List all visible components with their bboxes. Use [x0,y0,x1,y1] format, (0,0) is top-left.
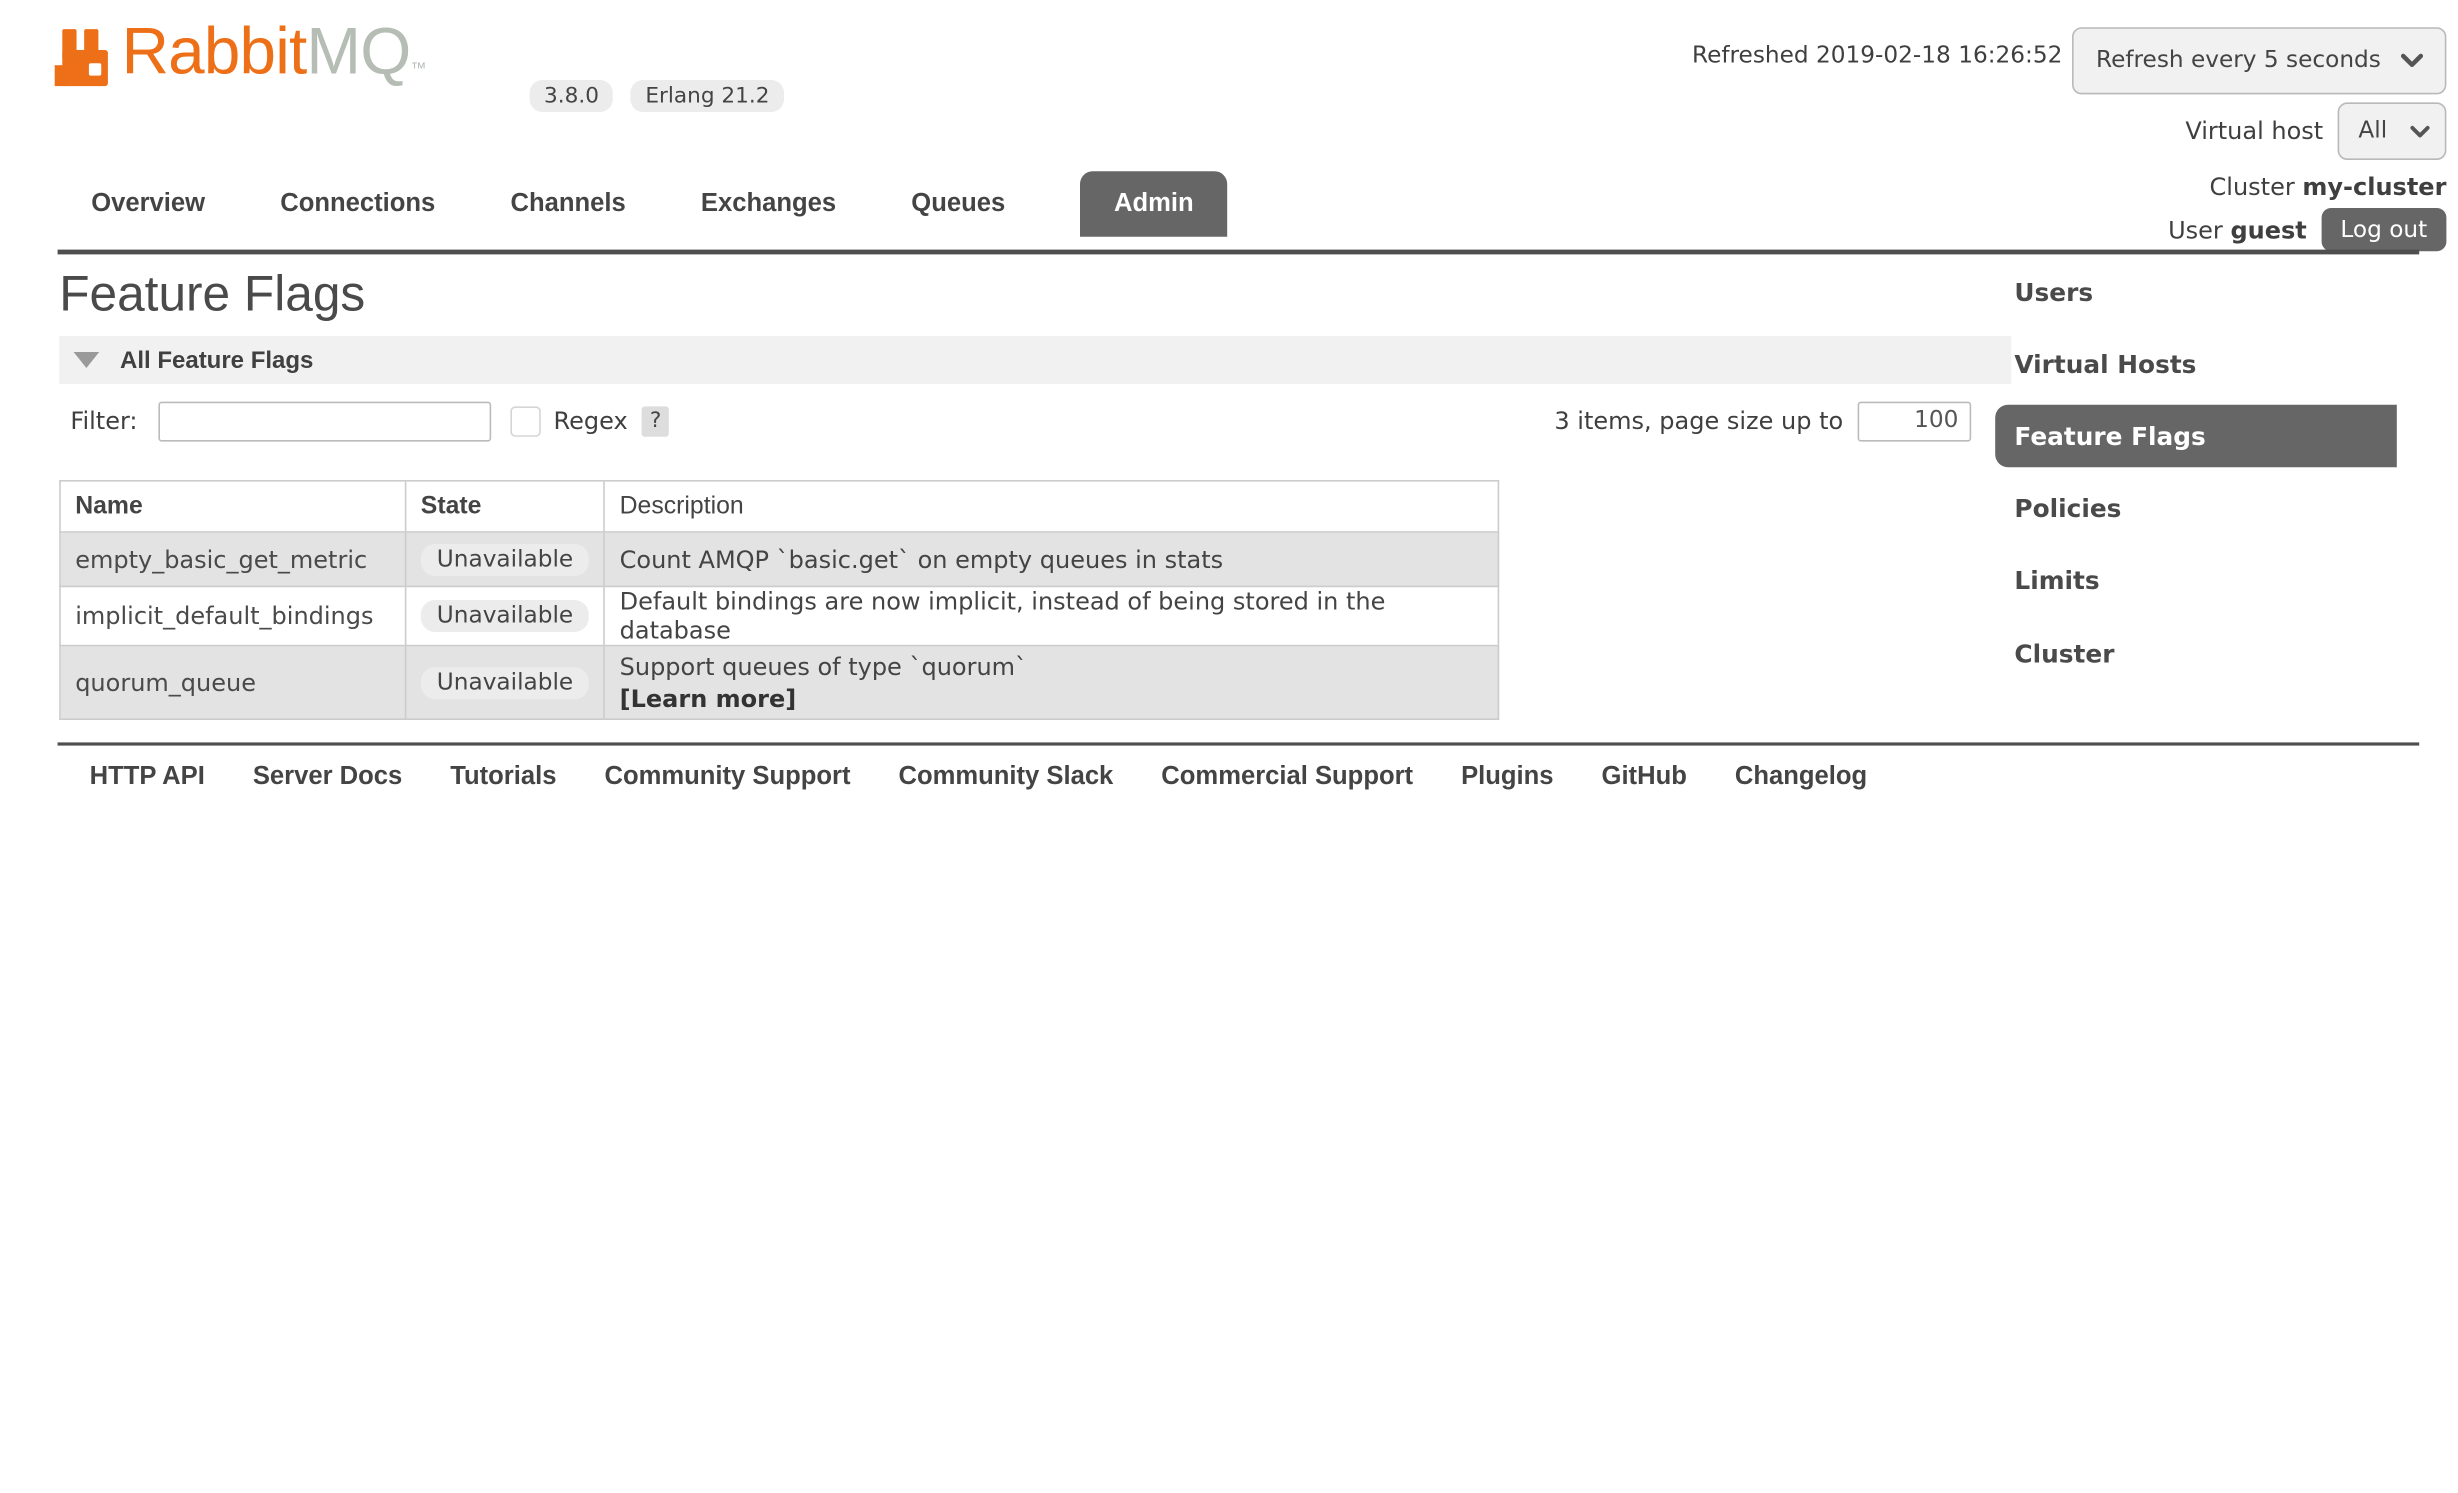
logout-button[interactable]: Log out [2321,208,2446,251]
tab-connections[interactable]: Connections [280,190,435,219]
user-info: User guest Log out [2168,208,2446,251]
footer-link-plugins[interactable]: Plugins [1461,763,1553,792]
table-row: quorum_queue Unavailable Support queues … [60,646,1498,720]
feature-flags-table: Name State Description empty_basic_get_m… [59,480,1499,720]
footer-link-commercial-support[interactable]: Commercial Support [1161,763,1413,792]
flag-description: Support queues of type `quorum` [620,652,1484,681]
page-size-input[interactable] [1858,401,1972,441]
cluster-name: my-cluster [2302,173,2446,202]
flag-description-cell: Support queues of type `quorum` [Learn m… [604,646,1498,720]
column-header-description: Description [604,481,1498,532]
sidebar-item-limits[interactable]: Limits [2014,566,2099,595]
sidebar-item-policies[interactable]: Policies [2014,494,2121,523]
rabbitmq-logo-icon [53,24,114,91]
table-header-row: Name State Description [60,481,1498,532]
table-row: empty_basic_get_metric Unavailable Count… [60,532,1498,586]
sidebar-item-cluster[interactable]: Cluster [2014,640,2114,669]
virtual-host-select[interactable]: All [2338,102,2447,160]
main-tabs: Overview Connections Channels Exchanges … [91,171,1227,237]
status-badge: Unavailable [421,600,589,632]
status-badge: Unavailable [421,543,589,575]
sidebar-item-feature-flags[interactable]: Feature Flags [1995,405,2397,467]
pagination-row: 3 items, page size up to [1554,398,1971,443]
learn-more-link[interactable]: [Learn more] [620,684,1484,713]
flag-name: quorum_queue [60,646,406,720]
virtual-host-row: Virtual host All [2185,102,2446,160]
footer-link-changelog[interactable]: Changelog [1735,763,1867,792]
filter-label: Filter: [70,406,137,435]
version-badge: 3.8.0 [530,80,614,112]
all-feature-flags-section-header[interactable]: All Feature Flags [59,336,2011,384]
footer-link-github[interactable]: GitHub [1602,763,1687,792]
items-summary: 3 items, page size up to [1554,406,1843,435]
status-badge: Unavailable [421,666,589,698]
flag-state-cell: Unavailable [406,586,605,645]
footer-link-server-docs[interactable]: Server Docs [253,763,402,792]
wordmark-mq: MQ [306,14,410,88]
regex-checkbox[interactable] [510,406,540,436]
cluster-label: Cluster [2210,173,2295,202]
sidebar-item-label: Feature Flags [2014,422,2205,451]
tab-overview[interactable]: Overview [91,190,205,219]
user-line: User guest [2168,215,2307,244]
flag-description: Count AMQP `basic.get` on empty queues i… [604,532,1498,586]
tab-channels[interactable]: Channels [510,190,625,219]
erlang-badge: Erlang 21.2 [631,80,784,112]
column-header-name: Name [60,481,406,532]
cluster-info: Cluster my-cluster [2210,173,2447,202]
refresh-interval-value: Refresh every 5 seconds [2096,48,2381,74]
footer-links: HTTP API Server Docs Tutorials Community… [90,763,1868,792]
user-name: guest [2230,215,2306,244]
app-root: RabbitMQ™ 3.8.0 Erlang 21.2 Refreshed 20… [0,0,2458,1493]
footer-link-http-api[interactable]: HTTP API [90,763,205,792]
flag-state-cell: Unavailable [406,532,605,586]
flag-name: empty_basic_get_metric [60,532,406,586]
version-badges: 3.8.0 Erlang 21.2 [530,80,784,112]
refresh-interval-select[interactable]: Refresh every 5 seconds [2072,27,2446,94]
sidebar-item-virtual-hosts[interactable]: Virtual Hosts [2014,350,2196,379]
footer-divider [58,742,2420,745]
flag-description: Default bindings are now implicit, inste… [604,586,1498,645]
trademark-symbol: ™ [411,61,426,79]
chevron-down-icon [2410,124,2431,138]
filter-row: Filter: Regex ? [70,398,669,443]
triangle-down-icon [74,352,100,368]
virtual-host-value: All [2358,118,2387,144]
table-row: implicit_default_bindings Unavailable De… [60,586,1498,645]
filter-input[interactable] [158,401,491,441]
tab-admin[interactable]: Admin [1080,171,1227,237]
virtual-host-label: Virtual host [2185,117,2323,146]
refreshed-timestamp: Refreshed 2019-02-18 16:26:52 [1692,43,2062,69]
wordmark-rabbit: Rabbit [122,14,307,88]
chevron-down-icon [2400,53,2424,69]
section-title: All Feature Flags [120,346,313,373]
regex-help-button[interactable]: ? [642,406,669,436]
rabbitmq-management-page: RabbitMQ™ 3.8.0 Erlang 21.2 Refreshed 20… [0,0,2458,1492]
flag-state-cell: Unavailable [406,646,605,720]
footer-link-community-support[interactable]: Community Support [604,763,850,792]
footer-link-community-slack[interactable]: Community Slack [898,763,1113,792]
column-header-state: State [406,481,605,532]
flag-name: implicit_default_bindings [60,586,406,645]
tabs-divider [58,250,2420,255]
user-label: User [2168,215,2223,244]
tab-queues[interactable]: Queues [911,190,1005,219]
sidebar-item-users[interactable]: Users [2014,278,2093,307]
tab-exchanges[interactable]: Exchanges [701,190,836,219]
regex-label: Regex [554,406,628,435]
page-title: Feature Flags [59,264,365,325]
footer-link-tutorials[interactable]: Tutorials [450,763,556,792]
rabbitmq-wordmark: RabbitMQ™ [122,13,426,109]
